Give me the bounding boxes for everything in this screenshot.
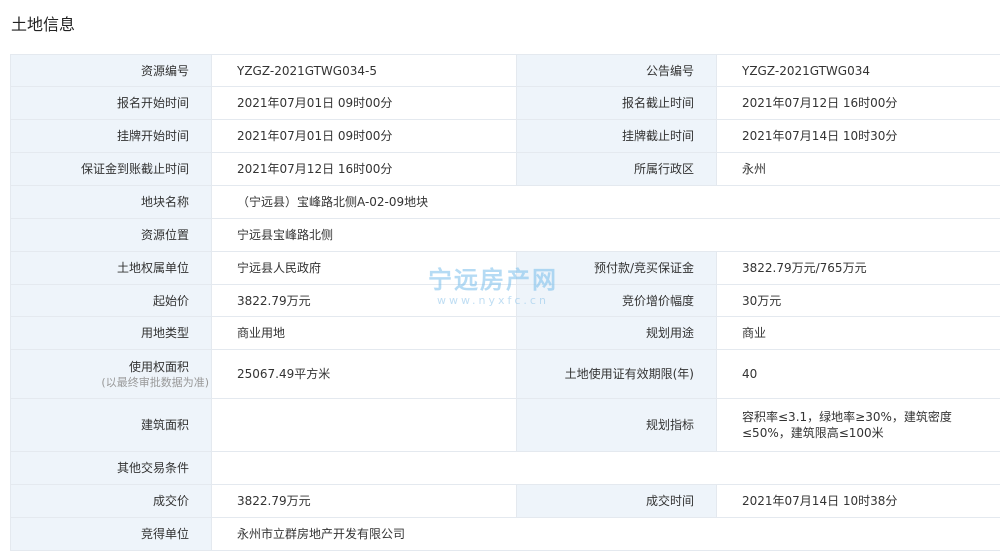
field-label: 报名截止时间 [516,86,717,120]
field-label: 建筑面积 [10,398,212,452]
field-label-note: (以最终审批数据为准) [101,375,209,389]
field-label: 挂牌开始时间 [10,119,212,153]
table-row: 竞得单位 永州市立群房地产开发有限公司 [10,517,1000,551]
table-row: 成交价 3822.79万元 成交时间 2021年07月14日 10时38分 [10,484,1000,518]
field-label: 规划用途 [516,316,717,350]
field-label: 起始价 [10,284,212,317]
field-value: 商业用地 [211,316,517,350]
field-label: 其他交易条件 [10,451,212,485]
field-value: 25067.49平方米 [211,349,517,399]
field-label: 竞得单位 [10,517,212,551]
field-value: 永州 [716,152,1000,186]
field-value: 40 [716,349,1000,399]
field-value [211,451,1000,485]
field-label: 资源位置 [10,218,212,252]
field-value: 容积率≤3.1，绿地率≥30%，建筑密度≤50%，建筑限高≤100米 [716,398,1000,452]
field-label: 保证金到账截止时间 [10,152,212,186]
table-row: 报名开始时间 2021年07月01日 09时00分 报名截止时间 2021年07… [10,86,1000,120]
field-value: YZGZ-2021GTWG034-5 [211,54,517,87]
table-row: 资源编号 YZGZ-2021GTWG034-5 公告编号 YZGZ-2021GT… [10,54,1000,87]
field-value: 30万元 [716,284,1000,317]
field-value: 2021年07月01日 09时00分 [211,86,517,120]
field-value: 商业 [716,316,1000,350]
table-row: 资源位置 宁远县宝峰路北侧 [10,218,1000,252]
field-value: 2021年07月01日 09时00分 [211,119,517,153]
field-label: 地块名称 [10,185,212,219]
table-row: 地块名称 （宁远县）宝峰路北侧A-02-09地块 [10,185,1000,219]
field-value: 3822.79万元/765万元 [716,251,1000,285]
field-label: 使用权面积 (以最终审批数据为准) [10,349,212,399]
field-value: 3822.79万元 [211,284,517,317]
field-label: 资源编号 [10,54,212,87]
section-title: 土地信息 [11,15,76,34]
field-value: 2021年07月14日 10时30分 [716,119,1000,153]
table-row: 使用权面积 (以最终审批数据为准) 25067.49平方米 土地使用证有效期限(… [10,349,1000,399]
field-label: 土地使用证有效期限(年) [516,349,717,399]
field-label: 预付款/竞买保证金 [516,251,717,285]
field-label: 挂牌截止时间 [516,119,717,153]
field-label: 竞价增价幅度 [516,284,717,317]
table-row: 土地权属单位 宁远县人民政府 预付款/竞买保证金 3822.79万元/765万元 [10,251,1000,285]
field-label: 公告编号 [516,54,717,87]
table-row: 建筑面积 规划指标 容积率≤3.1，绿地率≥30%，建筑密度≤50%，建筑限高≤… [10,398,1000,452]
field-value: 宁远县人民政府 [211,251,517,285]
table-row: 其他交易条件 [10,451,1000,485]
table-row: 起始价 3822.79万元 竞价增价幅度 30万元 [10,284,1000,317]
field-label: 报名开始时间 [10,86,212,120]
field-label: 所属行政区 [516,152,717,186]
field-value: 2021年07月14日 10时38分 [716,484,1000,518]
field-value: YZGZ-2021GTWG034 [716,54,1000,87]
field-label: 成交时间 [516,484,717,518]
field-value [211,398,517,452]
table-row: 挂牌开始时间 2021年07月01日 09时00分 挂牌截止时间 2021年07… [10,119,1000,153]
table-row: 保证金到账截止时间 2021年07月12日 16时00分 所属行政区 永州 [10,152,1000,186]
table-row: 用地类型 商业用地 规划用途 商业 [10,316,1000,350]
field-label: 土地权属单位 [10,251,212,285]
field-value: 2021年07月12日 16时00分 [716,86,1000,120]
field-value: 2021年07月12日 16时00分 [211,152,517,186]
field-value: （宁远县）宝峰路北侧A-02-09地块 [211,185,1000,219]
field-label: 用地类型 [10,316,212,350]
field-label: 规划指标 [516,398,717,452]
field-value: 永州市立群房地产开发有限公司 [211,517,1000,551]
land-info-table: 资源编号 YZGZ-2021GTWG034-5 公告编号 YZGZ-2021GT… [10,54,1000,551]
field-label-text: 使用权面积 [128,359,189,374]
field-value: 宁远县宝峰路北侧 [211,218,1000,252]
field-value: 3822.79万元 [211,484,517,518]
field-label: 成交价 [10,484,212,518]
